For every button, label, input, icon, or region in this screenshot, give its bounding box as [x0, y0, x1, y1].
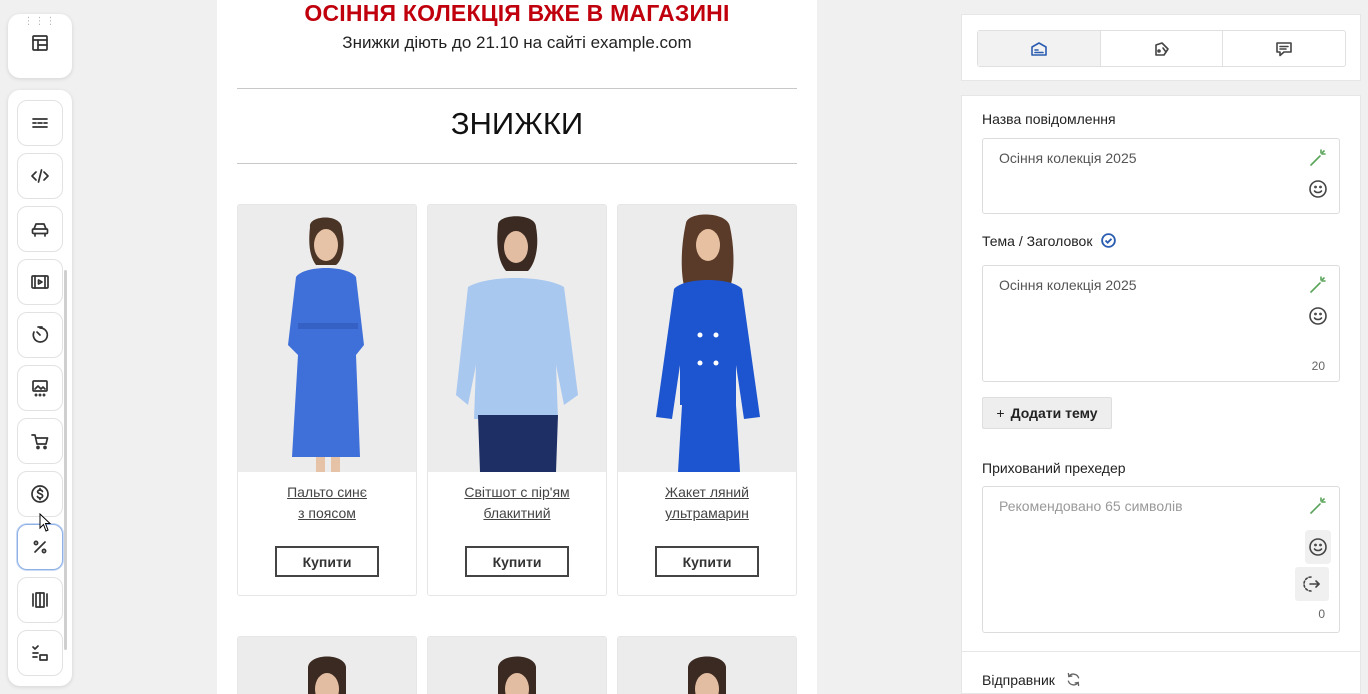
insert-variable-icon[interactable]: [1295, 567, 1329, 601]
model-image: [238, 205, 416, 472]
code-icon: [31, 169, 49, 183]
emoji-icon[interactable]: [1305, 530, 1331, 564]
subject-field[interactable]: Осіння колекція 2025 20: [982, 265, 1340, 382]
html-block-button[interactable]: [17, 153, 63, 199]
email-canvas[interactable]: ОСІННЯ КОЛЕКЦІЯ ВЖЕ В МАГАЗИНІ Знижки ді…: [217, 0, 817, 694]
model-image: [428, 637, 606, 694]
carousel-icon: [32, 592, 48, 608]
video-icon: [31, 275, 49, 289]
product-card[interactable]: Світшот с пір'ям блакитний Купити: [427, 204, 607, 596]
product-card[interactable]: [617, 636, 797, 694]
buy-button[interactable]: Купити: [655, 546, 759, 577]
subject-char-counter: 20: [1311, 359, 1325, 373]
model-image: [618, 637, 796, 694]
emoji-icon[interactable]: [1307, 305, 1329, 327]
magic-wand-icon[interactable]: [1307, 495, 1329, 517]
verified-check-icon[interactable]: [1100, 233, 1117, 252]
plus-icon: +: [996, 405, 1005, 421]
block-toolbar: [8, 90, 72, 686]
drag-handle-icon[interactable]: ⋮⋮⋮: [24, 16, 57, 27]
image-gallery-icon: [32, 380, 48, 397]
product-card[interactable]: [427, 636, 607, 694]
video-block-button[interactable]: [17, 259, 63, 305]
email-headline[interactable]: ОСІННЯ КОЛЕКЦІЯ ВЖЕ В МАГАЗИНІ: [217, 0, 817, 27]
product-name[interactable]: Пальто синє з поясом: [238, 482, 416, 528]
model-image: [238, 637, 416, 694]
magic-wand-icon[interactable]: [1307, 274, 1329, 296]
cart-block-button[interactable]: [17, 418, 63, 464]
tab-comments[interactable]: [1223, 31, 1345, 66]
product-card[interactable]: Пальто синє з поясом Купити: [237, 204, 417, 596]
model-image: [428, 205, 606, 472]
layout-panel-button[interactable]: ⋮⋮⋮: [8, 14, 72, 78]
car-block-button[interactable]: [17, 206, 63, 252]
toolbar-scrollbar[interactable]: [64, 270, 67, 650]
list-block-button[interactable]: [17, 630, 63, 676]
add-subject-button[interactable]: + Додати тему: [982, 397, 1112, 429]
settings-tabs: [977, 30, 1346, 67]
tab-design[interactable]: [1101, 31, 1224, 66]
list-icon: [32, 645, 48, 661]
product-photo[interactable]: [618, 205, 796, 472]
divider-icon: [32, 118, 48, 128]
car-icon: [31, 223, 49, 237]
percent-icon: [33, 540, 47, 554]
product-photo[interactable]: [238, 205, 416, 472]
preheader-label: Прихований прехедер: [982, 460, 1126, 476]
cart-icon: [31, 434, 49, 450]
section-divider: [962, 651, 1360, 652]
message-name-label: Назва повідомлення: [982, 111, 1116, 127]
gallery-block-button[interactable]: [17, 365, 63, 411]
timer-icon: [32, 326, 49, 343]
dollar-icon: [31, 485, 49, 503]
message-name-field[interactable]: Осіння колекція 2025: [982, 138, 1340, 214]
product-card[interactable]: [237, 636, 417, 694]
model-image: [618, 205, 796, 472]
envelope-settings-icon: [1031, 41, 1047, 56]
product-name[interactable]: Жакет ляний ультрамарин: [618, 482, 796, 528]
price-block-button[interactable]: [17, 471, 63, 517]
refresh-icon[interactable]: [1065, 671, 1082, 688]
layout-icon: [32, 35, 48, 51]
carousel-block-button[interactable]: [17, 577, 63, 623]
tab-message-settings[interactable]: [978, 31, 1101, 66]
product-name[interactable]: Світшот с пір'ям блакитний: [428, 482, 606, 528]
paint-brush-icon: [1154, 41, 1169, 56]
divider-top[interactable]: [237, 88, 797, 89]
emoji-icon[interactable]: [1307, 178, 1329, 200]
mouse-cursor-icon: [39, 513, 52, 532]
email-subline[interactable]: Знижки діють до 21.10 на сайті example.c…: [217, 33, 817, 53]
preheader-field[interactable]: Рекомендовано 65 символів 0: [982, 486, 1340, 633]
buy-button[interactable]: Купити: [465, 546, 569, 577]
message-settings-form: Назва повідомлення Осіння колекція 2025 …: [961, 95, 1361, 694]
preheader-char-counter: 0: [1318, 607, 1325, 621]
product-photo[interactable]: [428, 205, 606, 472]
divider-block-button[interactable]: [17, 100, 63, 146]
buy-button[interactable]: Купити: [275, 546, 379, 577]
magic-wand-icon[interactable]: [1307, 147, 1329, 169]
settings-tabs-panel: [961, 14, 1361, 81]
divider-bottom[interactable]: [237, 163, 797, 164]
sender-label: Відправник: [982, 668, 1082, 688]
section-title[interactable]: ЗНИЖКИ: [217, 106, 817, 142]
subject-label: Тема / Заголовок: [982, 229, 1117, 249]
product-card[interactable]: Жакет ляний ультрамарин Купити: [617, 204, 797, 596]
comment-icon: [1276, 41, 1292, 56]
timer-block-button[interactable]: [17, 312, 63, 358]
